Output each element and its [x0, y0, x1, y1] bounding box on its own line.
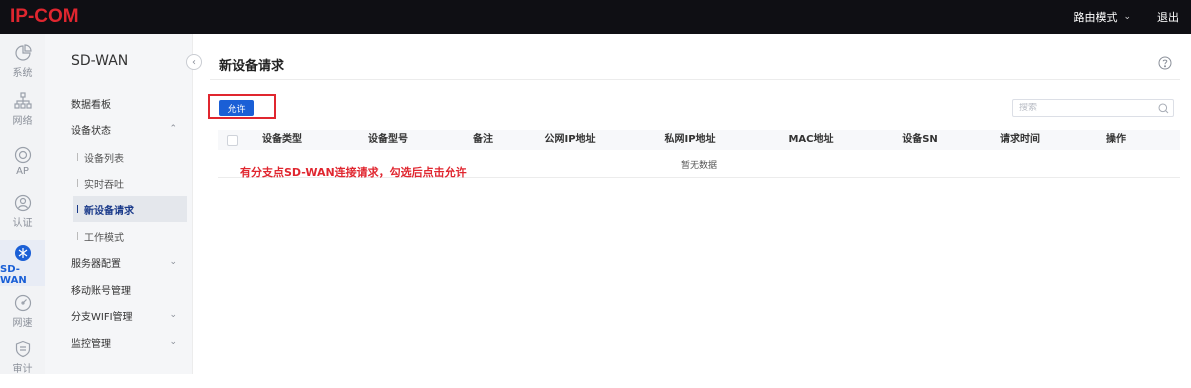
tree-line — [77, 205, 78, 213]
auth-shield-icon — [14, 194, 31, 212]
mode-dropdown[interactable]: 路由模式 ⌄ — [1073, 9, 1131, 25]
column-header: 私网IP地址 — [664, 134, 716, 145]
rail-label: SD-WAN — [0, 264, 27, 286]
rail-label: 认证 — [12, 218, 33, 229]
icon-rail: 系统 网络 AP 认证 SD-WAN 网速 审计 — [0, 34, 45, 375]
rail-label: AP — [16, 166, 29, 177]
chevron-down-icon: ⌄ — [169, 337, 177, 347]
brand-logo: IP-COM — [10, 6, 79, 27]
top-bar: IP-COM 路由模式 ⌄ 退出 — [0, 0, 1191, 34]
subnav-title: SD-WAN — [71, 53, 129, 69]
mode-label: 路由模式 — [1073, 11, 1118, 24]
select-all-checkbox[interactable] — [227, 135, 238, 146]
column-header: 设备类型 — [262, 134, 302, 145]
nav-item-label: 新设备请求 — [84, 205, 134, 217]
nav-item-server-config[interactable]: 服务器配置 ⌄ — [71, 253, 187, 271]
column-header: 设备型号 — [368, 134, 408, 145]
rail-label: 网速 — [12, 318, 33, 329]
collapse-sidebar-button[interactable]: ‹ — [186, 54, 202, 70]
rail-item-sd-wan[interactable]: SD-WAN — [0, 240, 45, 286]
nav-item-work-mode[interactable]: 工作模式 — [73, 223, 187, 249]
empty-text: 暂无数据 — [680, 161, 717, 171]
column-header: MAC地址 — [788, 134, 834, 145]
annotation-text: 有分支点SD-WAN连接请求，勾选后点击允许 — [240, 166, 467, 179]
nav-item-mobile-accounts[interactable]: 移动账号管理 — [71, 280, 187, 298]
tree-line — [77, 179, 78, 187]
nav-item-label: 分支WIFI管理 — [71, 311, 133, 323]
nav-item-realtime-throughput[interactable]: 实时吞吐 — [73, 170, 187, 196]
search-input[interactable] — [1019, 103, 1151, 113]
nav-item-monitoring[interactable]: 监控管理 ⌄ — [71, 333, 187, 351]
rail-label: 审计 — [12, 364, 33, 375]
chevron-down-icon: ⌄ — [1123, 12, 1131, 22]
chevron-down-icon: ⌄ — [169, 310, 177, 320]
audit-shield-icon — [15, 340, 30, 358]
nav-item-device-list[interactable]: 设备列表 — [73, 144, 187, 170]
nav-item-new-device-requests[interactable]: 新设备请求 — [73, 196, 187, 222]
rail-item-speed[interactable]: 网速 — [0, 294, 45, 342]
search-box — [1012, 99, 1174, 117]
rail-item-auth[interactable]: 认证 — [0, 194, 45, 242]
column-header: 公网IP地址 — [544, 134, 596, 145]
nav-item-device-status[interactable]: 设备状态 ⌃ — [71, 120, 187, 138]
pie-chart-icon — [14, 44, 32, 61]
column-header: 操作 — [1106, 134, 1126, 145]
page-title: 新设备请求 — [219, 59, 285, 74]
nav-item-label: 服务器配置 — [71, 258, 121, 270]
nav-item-label: 实时吞吐 — [84, 179, 124, 191]
rail-label: 系统 — [12, 68, 33, 79]
nav-item-label: 移动账号管理 — [71, 285, 131, 297]
chevron-up-icon: ⌃ — [169, 124, 177, 134]
allow-button[interactable]: 允许 — [219, 100, 254, 116]
ap-target-icon — [14, 146, 31, 164]
search-icon[interactable] — [1158, 103, 1169, 114]
nav-item-label: 监控管理 — [71, 338, 111, 350]
nav-item-branch-wifi[interactable]: 分支WIFI管理 ⌄ — [71, 306, 187, 324]
column-header: 请求时间 — [1000, 134, 1040, 145]
column-header: 备注 — [473, 134, 493, 145]
network-topology-icon — [13, 92, 32, 109]
speedometer-icon — [14, 294, 31, 312]
tree-line — [77, 153, 78, 161]
tree-line — [77, 232, 78, 240]
chevron-left-icon: ‹ — [192, 56, 196, 68]
rail-item-ap[interactable]: AP — [0, 146, 45, 194]
rail-label: 网络 — [12, 116, 33, 127]
nav-item-label: 设备列表 — [84, 153, 124, 165]
chevron-down-icon: ⌄ — [169, 257, 177, 267]
column-header: 设备SN — [902, 134, 938, 145]
nav-item-label: 数据看板 — [71, 99, 111, 111]
rail-item-system[interactable]: 系统 — [0, 44, 45, 92]
rail-item-audit[interactable]: 审计 — [0, 340, 45, 388]
title-divider — [210, 79, 1180, 80]
nav-item-label: 设备状态 — [71, 125, 111, 137]
table-header: 设备类型 设备型号 备注 公网IP地址 私网IP地址 MAC地址 设备SN 请求… — [218, 130, 1180, 150]
rail-item-network[interactable]: 网络 — [0, 92, 45, 140]
nav-item-label: 工作模式 — [84, 232, 124, 244]
sd-wan-icon — [14, 245, 31, 261]
top-right-actions: 路由模式 ⌄ 退出 — [1073, 0, 1179, 34]
logout-link[interactable]: 退出 — [1157, 9, 1179, 25]
nav-item-dashboard[interactable]: 数据看板 — [71, 94, 187, 112]
help-icon[interactable] — [1158, 56, 1172, 70]
